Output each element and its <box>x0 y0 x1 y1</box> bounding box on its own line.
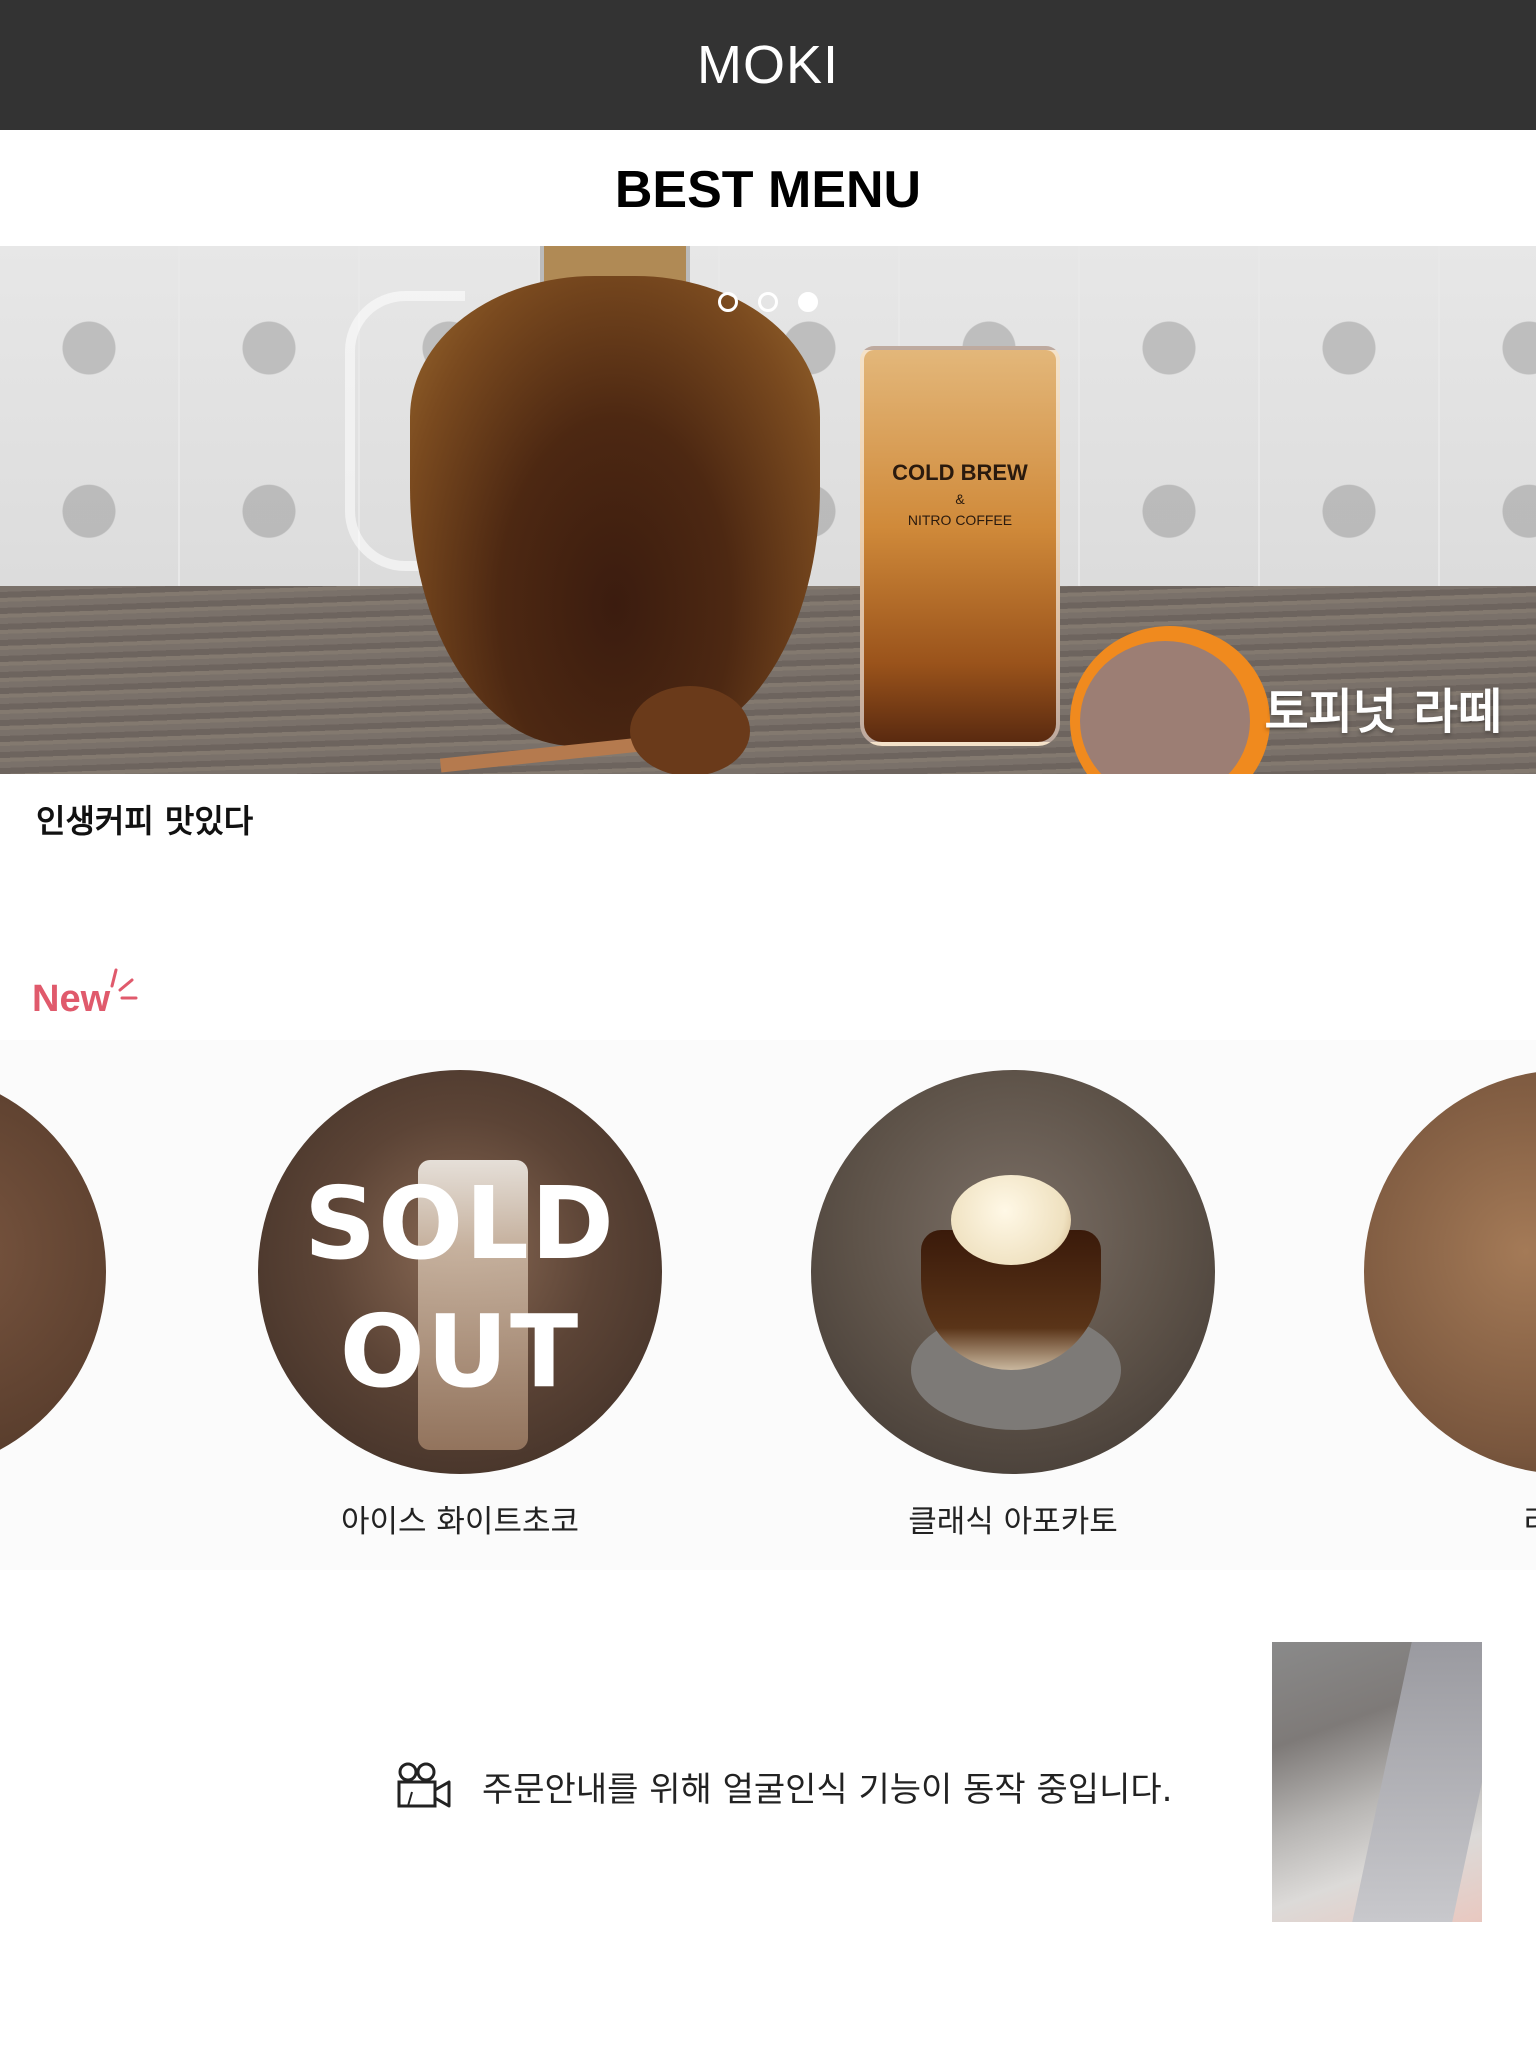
top-app-bar: MOKI <box>0 0 1536 130</box>
sold-out-overlay: SOLD OUT <box>258 1160 662 1416</box>
menu-item-name: 클래식 아포카토 <box>908 1504 1118 1540</box>
sold-out-line2: OUT <box>339 1293 581 1410</box>
carousel-indicator <box>0 292 1536 312</box>
ice-cream-scoop <box>951 1175 1071 1265</box>
menu-item[interactable]: 리스트 <box>1364 1070 1536 1541</box>
menu-item-name: 리스트 <box>1364 1496 1536 1541</box>
banner-caption: 토피넛 라떼 <box>1264 684 1502 740</box>
carousel-dot-2[interactable] <box>758 292 778 312</box>
menu-item-name: 아이스 화이트초코 <box>340 1504 579 1540</box>
face-recognition-notice: 주문안내를 위해 얼굴인식 기능이 동작 중입니다. <box>396 1758 1172 1814</box>
menu-item[interactable]: 클래식 아포카토 <box>811 1070 1215 1541</box>
menu-item-image[interactable] <box>0 1070 106 1474</box>
cold-brew-glass <box>860 346 1060 746</box>
app-title: MOKI <box>696 35 839 95</box>
face-recognition-text: 주문안내를 위해 얼굴인식 기능이 동작 중입니다. <box>482 1769 1173 1810</box>
menu-item-image[interactable] <box>1364 1070 1536 1474</box>
camera-preview <box>1272 1642 1482 1922</box>
video-camera-icon <box>397 1762 451 1808</box>
carousel-dot-1[interactable] <box>718 292 738 312</box>
glass-print: COLD BREW & NITRO COFFEE <box>880 456 1040 531</box>
menu-item[interactable] <box>0 1070 106 1496</box>
coffee-bean-scoop <box>630 686 750 774</box>
sparkle-icon <box>110 968 138 1000</box>
menu-item-image[interactable]: SOLD OUT <box>258 1070 662 1474</box>
new-menu-carousel[interactable]: SOLD OUT 아이스 화이트초코 클래식 아포카토 리스트 <box>0 1040 1536 1570</box>
menu-item-image[interactable] <box>811 1070 1215 1474</box>
glass-print-line2: & <box>955 491 965 507</box>
banner-description: 인생커피 맛있다 <box>36 802 254 840</box>
sold-out-line1: SOLD <box>304 1165 616 1282</box>
glass-print-line3: NITRO COFFEE <box>907 512 1013 528</box>
menu-item-sold-out[interactable]: SOLD OUT 아이스 화이트초코 <box>258 1070 662 1541</box>
new-section-label: New <box>32 978 111 1020</box>
glass-print-line1: COLD BREW <box>892 460 1028 485</box>
camera-feed-wall <box>1352 1642 1482 1922</box>
coffee-carafe <box>410 276 820 746</box>
best-menu-title: BEST MENU <box>614 161 922 219</box>
carousel-dot-3-active[interactable] <box>798 292 818 312</box>
